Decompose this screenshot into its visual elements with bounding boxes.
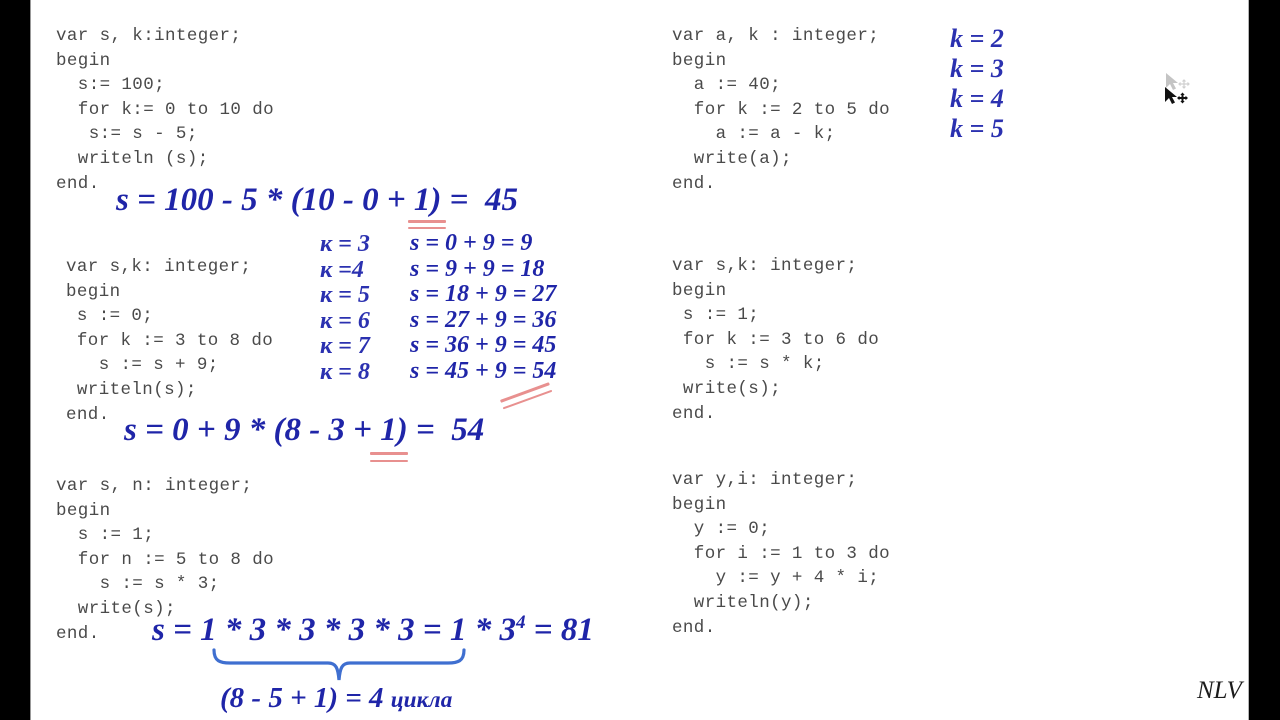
trace-s-list-left-2: s = 0 + 9 = 9 s = 9 + 9 = 18 s = 18 + 9 … [410, 230, 557, 384]
formula-left-1: s = 100 - 5 * (10 - 0 + 1) = 45 [116, 182, 518, 218]
trace-s-item: s = 18 + 9 = 27 [410, 281, 557, 307]
signature-nlv: NLV [1197, 677, 1242, 704]
trace-k-item: k = 5 [950, 114, 1004, 143]
code-block-left-1: var s, k:integer; begin s:= 100; for k:=… [56, 26, 275, 194]
trace-k-item: k = 4 [950, 84, 1004, 113]
trace-s-item: s = 9 + 9 = 18 [410, 255, 545, 282]
trace-k-item: к = 7 [320, 333, 370, 359]
move-cursor[interactable] [1163, 86, 1189, 112]
formula-left-3-main: s = 1 * 3 * 3 * 3 * 3 = 1 * 3 [152, 612, 516, 648]
trace-s-item: s = 27 + 9 = 36 [410, 306, 557, 333]
right-black-border [1248, 0, 1280, 720]
trace-k-item: к =4 [320, 256, 364, 283]
code-block-right-3: var y,i: integer; begin y := 0; for i :=… [672, 470, 891, 638]
pink-diagonal-mark [500, 382, 553, 410]
formula-left-3: s = 1 * 3 * 3 * 3 * 3 = 1 * 34 = 81 [152, 612, 594, 649]
pink-underline-mark-paren [370, 452, 408, 462]
trace-s-item: s = 36 + 9 = 45 [410, 332, 557, 358]
trace-k-item: к = 8 [320, 358, 370, 385]
brace-note-word: цикла [390, 687, 453, 713]
trace-k-list-left-2: к = 3 к =4 к = 5 к = 6 к = 7 к = 8 [320, 231, 370, 385]
trace-k-item: к = 6 [320, 307, 370, 334]
formula-left-3-tail: = 81 [525, 612, 594, 648]
trace-k-item: к = 5 [320, 282, 370, 308]
trace-s-item: s = 0 + 9 = 9 [410, 230, 533, 256]
left-black-border [0, 0, 31, 720]
formula-left-2: s = 0 + 9 * (8 - 3 + 1) = 54 [124, 412, 485, 448]
slide-canvas: var s, k:integer; begin s:= 100; for k:=… [0, 0, 1280, 720]
brace-note-text: (8 - 5 + 1) = 4 [220, 682, 391, 714]
trace-k-item: к = 3 [320, 231, 370, 257]
trace-k-list-right-1: k = 2 k = 3 k = 4 k = 5 [950, 24, 1004, 144]
trace-k-item: k = 3 [950, 54, 1004, 83]
code-block-left-2: var s,k: integer; begin s := 0; for k :=… [66, 257, 274, 425]
curly-brace [212, 648, 466, 681]
pink-underline-mark-top [408, 220, 446, 229]
code-block-right-2: var s,k: integer; begin s := 1; for k :=… [672, 256, 880, 424]
formula-left-3-exponent: 4 [515, 612, 526, 633]
brace-note: (8 - 5 + 1) = 4 цикла [220, 682, 452, 715]
trace-s-item: s = 45 + 9 = 54 [410, 357, 557, 384]
trace-k-item: k = 2 [950, 24, 1004, 53]
code-block-right-1: var a, k : integer; begin a := 40; for k… [672, 26, 891, 194]
